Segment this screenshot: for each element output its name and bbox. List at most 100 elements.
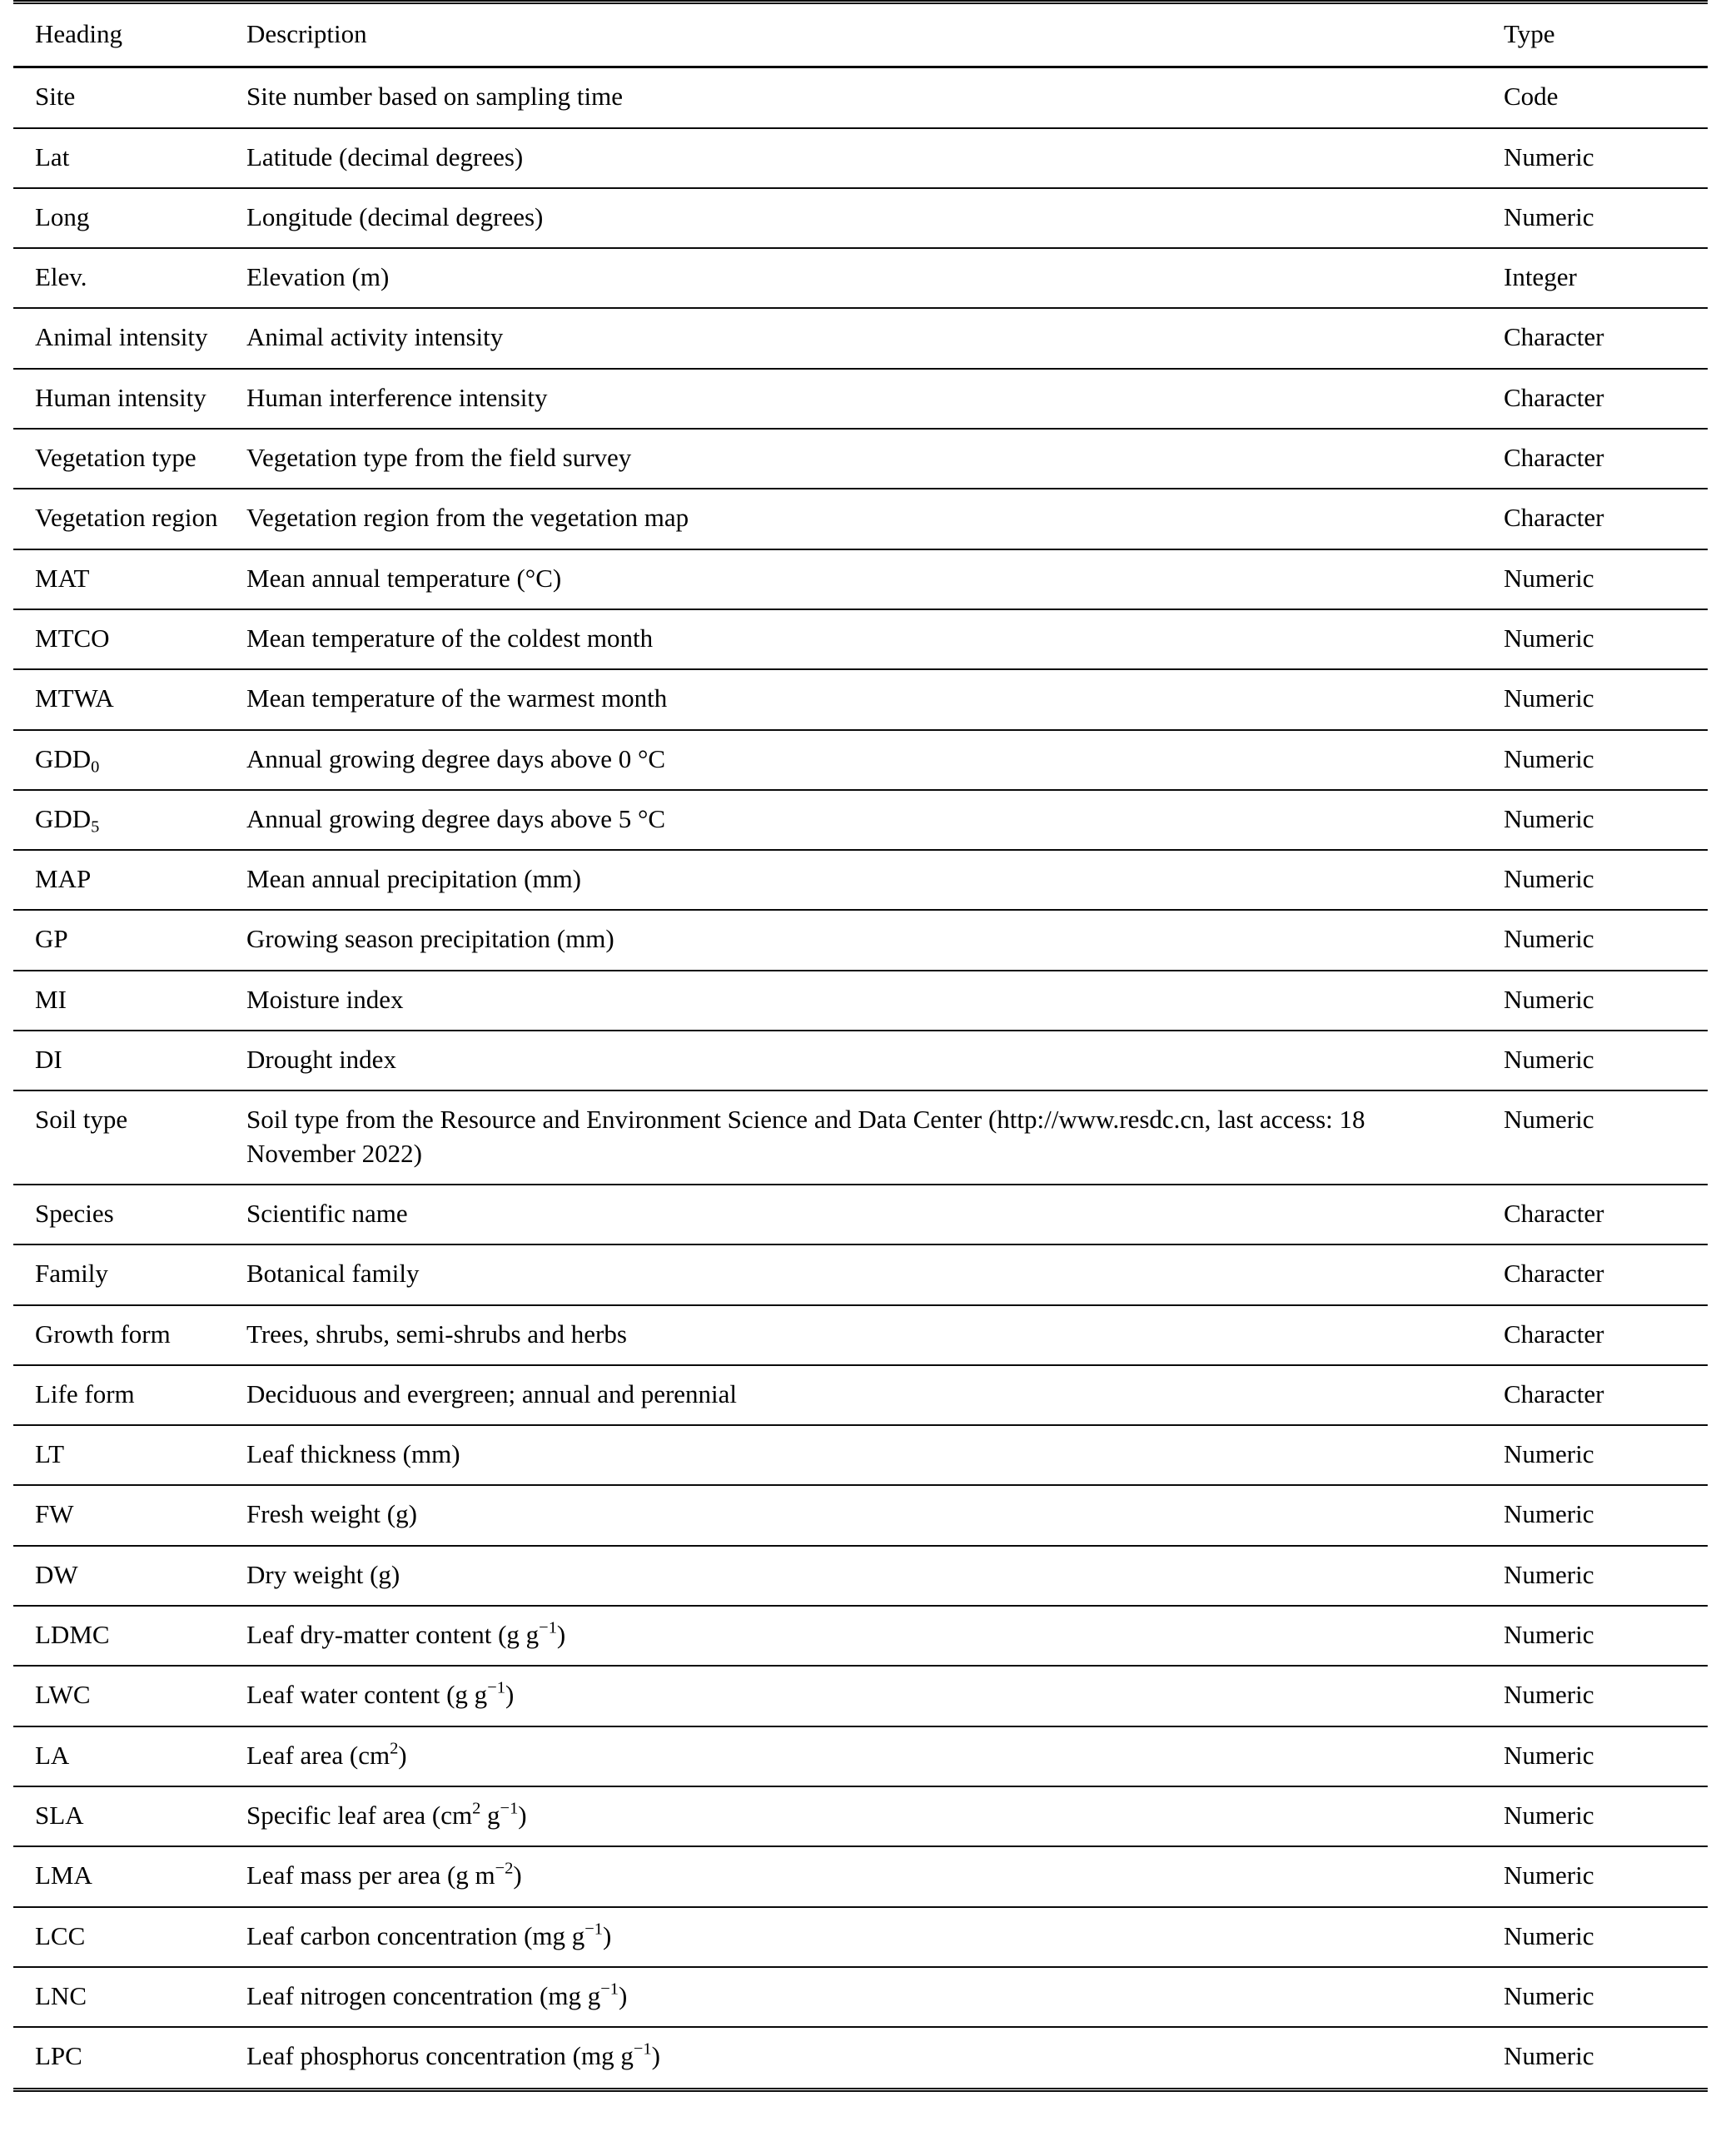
table-row: DW Dry weight (g) Numeric [13, 1544, 1708, 1607]
cell-heading: LT [13, 1424, 236, 1486]
table-row: GDD5 Annual growing degree days above 5 °… [13, 788, 1708, 851]
variable-definitions-table: Heading Description Type Site Site number… [13, 0, 1708, 2093]
cell-description: Drought index [236, 1030, 1485, 1091]
table-row: Species Scientific name Character [13, 1183, 1708, 1245]
cell-description: Trees, shrubs, semi-shrubs and herbs [236, 1304, 1485, 1365]
cell-description: Leaf carbon concentration (mg g−1) [236, 1905, 1485, 1967]
description-superscript: −1 [539, 1618, 557, 1637]
description-superscript: 2 [472, 1799, 481, 1818]
cell-heading: Growth form [13, 1304, 236, 1365]
cell-description: Human interference intensity [236, 367, 1485, 430]
cell-description: Annual growing degree days above 0 °C [236, 728, 1485, 790]
cell-description: Scientific name [236, 1183, 1485, 1245]
description-superscript: −1 [584, 1919, 604, 1938]
description-superscript: −1 [633, 2039, 652, 2059]
cell-description: Leaf nitrogen concentration (mg g−1) [236, 1965, 1485, 2028]
cell-description: Leaf mass per area (g m−2) [236, 1846, 1485, 1907]
cell-heading: MTCO [13, 608, 236, 670]
table-row: Animal intensity Animal activity intensit… [13, 307, 1708, 369]
description-superscript: −1 [600, 1980, 619, 1999]
cell-description: Botanical family [236, 1244, 1485, 1305]
cell-description: Mean annual precipitation (mm) [236, 849, 1485, 911]
cell-heading: MTWA [13, 668, 236, 730]
cell-type: Numeric [1485, 1965, 1708, 2028]
cell-description: Animal activity intensity [236, 307, 1485, 369]
table-row: Growth form Trees, shrubs, semi-shrubs an… [13, 1304, 1708, 1365]
cell-type: Numeric [1485, 1030, 1708, 1091]
description-superscript: −2 [495, 1859, 514, 1878]
cell-type: Numeric [1485, 969, 1708, 1031]
cell-type: Numeric [1485, 1090, 1708, 1185]
table-row: Long Longitude (decimal degrees) Numeric [13, 186, 1708, 249]
description-unit-group: Leaf nitrogen concentration (mg g−1) [246, 1980, 628, 2010]
cell-heading: Family [13, 1244, 236, 1305]
table-row: Life form Deciduous and evergreen; annual… [13, 1364, 1708, 1426]
cell-type: Numeric [1485, 909, 1708, 971]
cell-description: Latitude (decimal degrees) [236, 127, 1485, 188]
cell-type: Numeric [1485, 1424, 1708, 1486]
cell-description: Leaf area (cm2) [236, 1725, 1485, 1786]
cell-type: Character [1485, 1183, 1708, 1245]
cell-type: Numeric [1485, 1665, 1708, 1726]
table-row: Elev. Elevation (m) Integer [13, 247, 1708, 309]
cell-heading: Life form [13, 1364, 236, 1426]
cell-heading: DW [13, 1544, 236, 1607]
description-unit-group: Leaf phosphorus concentration (mg g−1) [246, 2039, 660, 2071]
cell-type: Numeric [1485, 1846, 1708, 1907]
table-row: LDMC Leaf dry-matter content (g g−1) Numer… [13, 1605, 1708, 1667]
cell-heading: GDD5 [13, 788, 236, 851]
cell-heading: MAT [13, 548, 236, 609]
cell-heading: Animal intensity [13, 307, 236, 369]
cell-heading: LMA [13, 1846, 236, 1907]
cell-type: Code [1485, 66, 1708, 128]
cell-heading: MAP [13, 849, 236, 911]
cell-heading: DI [13, 1030, 236, 1091]
cell-heading: GP [13, 909, 236, 971]
table-header: Heading Description Type [13, 0, 1708, 67]
table-body: Site Site number based on sampling time Co… [13, 66, 1708, 2093]
cell-description: Mean temperature of the coldest month [236, 608, 1485, 670]
description-unit-group: Leaf mass per area (g m−2) [246, 1859, 522, 1890]
table-row: MTWA Mean temperature of the warmest mont… [13, 668, 1708, 730]
cell-type: Character [1485, 367, 1708, 430]
cell-description: Growing season precipitation (mm) [236, 909, 1485, 971]
table-row: LA Leaf area (cm2) Numeric [13, 1725, 1708, 1786]
cell-description: Moisture index [236, 969, 1485, 1031]
cell-description: Mean temperature of the warmest month [236, 668, 1485, 730]
cell-description: Annual growing degree days above 5 °C [236, 788, 1485, 851]
cell-type: Numeric [1485, 668, 1708, 730]
table-row: SLA Specific leaf area (cm2 g−1) Numeric [13, 1785, 1708, 1847]
cell-heading: MI [13, 969, 236, 1031]
cell-heading: Lat [13, 127, 236, 188]
table-row: Family Botanical family Character [13, 1244, 1708, 1305]
cell-heading: Human intensity [13, 367, 236, 430]
table-row: Soil type Soil type from the Resource and… [13, 1090, 1708, 1185]
cell-type: Numeric [1485, 728, 1708, 790]
cell-heading: Species [13, 1183, 236, 1245]
cell-type: Character [1485, 1364, 1708, 1426]
cell-type: Character [1485, 488, 1708, 549]
cell-type: Numeric [1485, 1785, 1708, 1847]
cell-type: Numeric [1485, 1484, 1708, 1546]
cell-description: Leaf water content (g g−1) [236, 1665, 1485, 1726]
description-unit-group: Specific leaf area (cm2 g−1) [246, 1799, 527, 1830]
cell-heading: GDD0 [13, 728, 236, 790]
table-row: GDD0 Annual growing degree days above 0 °… [13, 728, 1708, 790]
column-header-type: Type [1485, 0, 1708, 67]
cell-heading: FW [13, 1484, 236, 1546]
cell-heading: LNC [13, 1965, 236, 2028]
table-row: LWC Leaf water content (g g−1) Numeric [13, 1665, 1708, 1726]
heading-subscript: 5 [91, 817, 100, 837]
cell-description: Soil type from the Resource and Environm… [236, 1090, 1485, 1185]
description-unit-group: Leaf carbon concentration (mg g−1) [246, 1919, 612, 1950]
table-row: LCC Leaf carbon concentration (mg g−1) Num… [13, 1905, 1708, 1967]
table-row: MAP Mean annual precipitation (mm) Numeric [13, 849, 1708, 911]
cell-description: Leaf thickness (mm) [236, 1424, 1485, 1486]
table-row: DI Drought index Numeric [13, 1030, 1708, 1091]
description-superscript: 2 [390, 1738, 399, 1757]
description-unit-group: Leaf dry-matter content (g g−1) [246, 1618, 566, 1650]
table-row: MI Moisture index Numeric [13, 969, 1708, 1031]
cell-description: Longitude (decimal degrees) [236, 186, 1485, 249]
cell-type: Numeric [1485, 608, 1708, 670]
table-row: LT Leaf thickness (mm) Numeric [13, 1424, 1708, 1486]
